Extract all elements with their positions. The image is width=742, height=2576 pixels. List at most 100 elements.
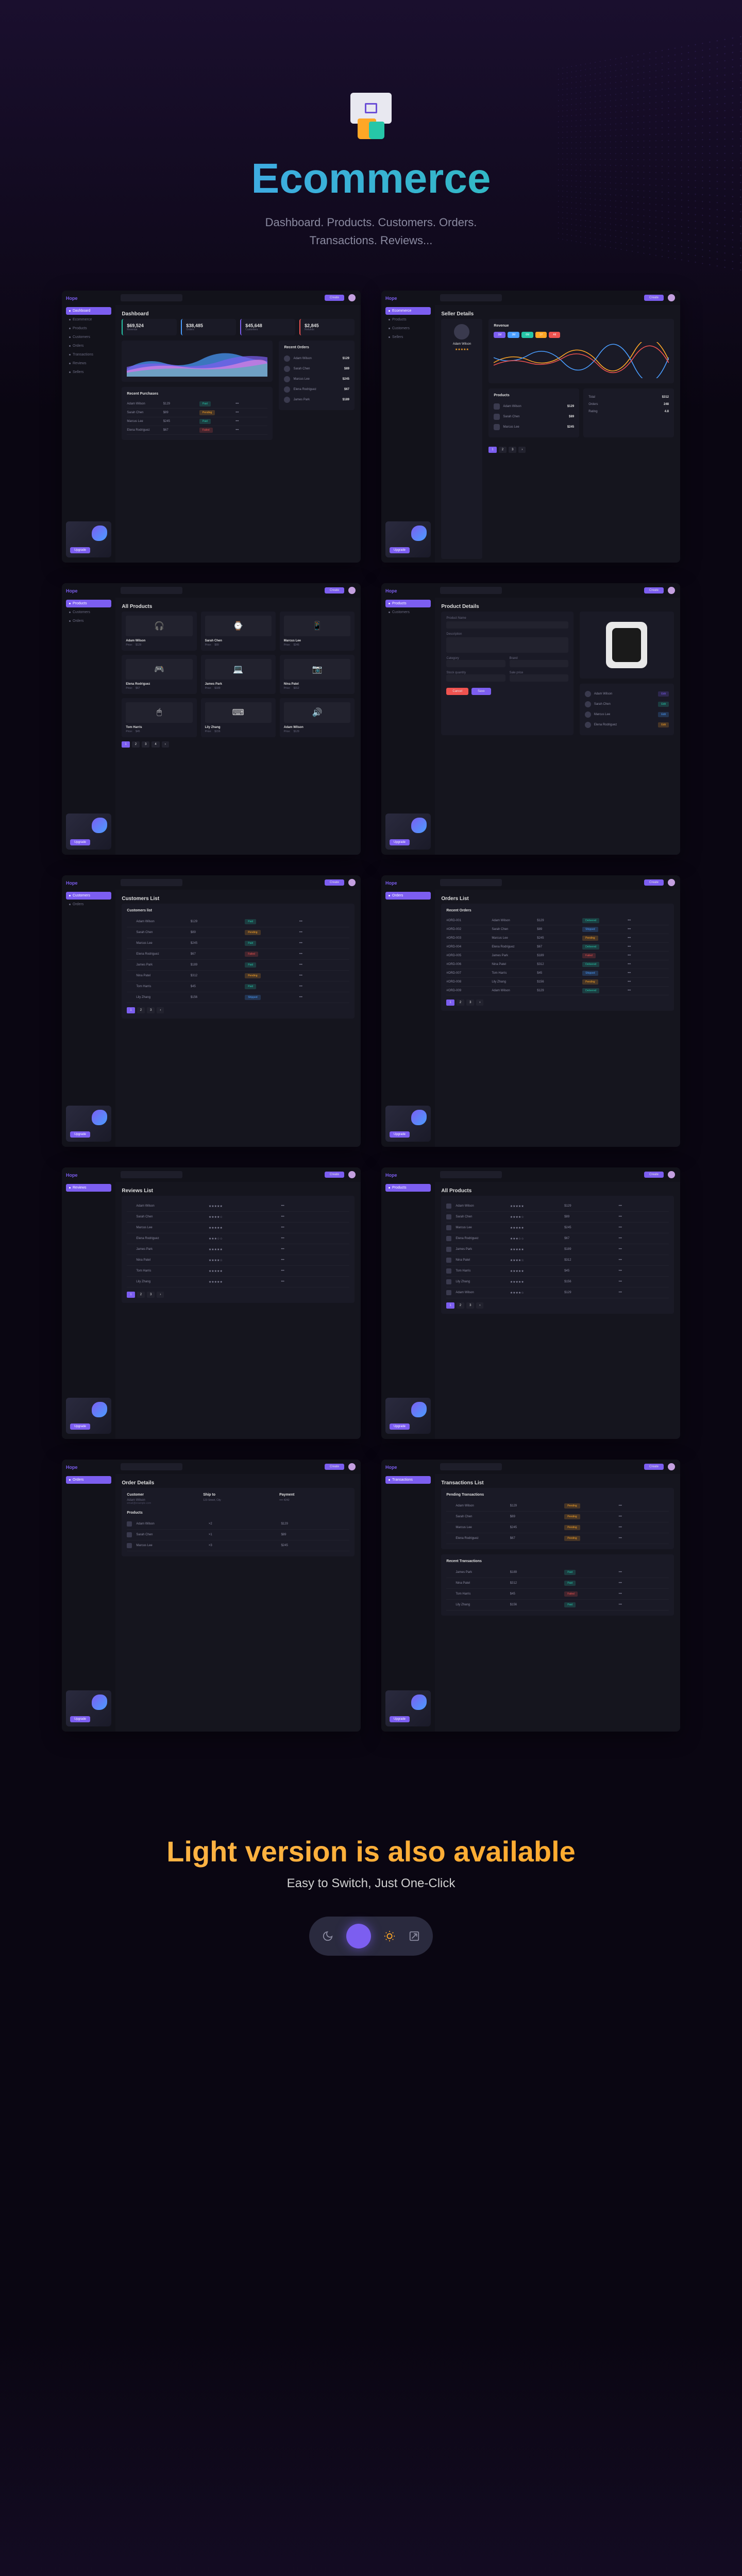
upgrade-button[interactable]: Upgrade bbox=[70, 1131, 90, 1138]
toggle-ball[interactable] bbox=[346, 1924, 371, 1948]
create-button[interactable]: Create bbox=[644, 1464, 664, 1470]
avatar[interactable] bbox=[668, 294, 675, 301]
logo[interactable]: Hope bbox=[385, 1173, 431, 1178]
create-button[interactable]: Create bbox=[644, 1172, 664, 1178]
upgrade-button[interactable]: Upgrade bbox=[390, 1131, 410, 1138]
save-button[interactable]: Save bbox=[471, 688, 491, 695]
create-button[interactable]: Create bbox=[325, 1172, 344, 1178]
pagination[interactable]: 123› bbox=[446, 999, 669, 1006]
avatar[interactable] bbox=[668, 879, 675, 886]
logo[interactable]: Hope bbox=[66, 1173, 111, 1178]
upgrade-button[interactable]: Upgrade bbox=[70, 1423, 90, 1430]
product-card[interactable]: 🖱Tom HarrisPrice:$45 bbox=[122, 698, 196, 737]
upgrade-button[interactable]: Upgrade bbox=[70, 839, 90, 845]
search-input[interactable] bbox=[440, 1171, 502, 1178]
qty-input[interactable] bbox=[446, 674, 505, 682]
avatar[interactable] bbox=[348, 879, 356, 886]
nav-item[interactable]: Products bbox=[385, 600, 431, 607]
create-button[interactable]: Create bbox=[644, 879, 664, 886]
product-card[interactable]: 🔊Adam WilsonPrice:$129 bbox=[280, 698, 355, 737]
create-button[interactable]: Create bbox=[325, 295, 344, 301]
pagination[interactable]: 123› bbox=[488, 447, 674, 453]
upgrade-button[interactable]: Upgrade bbox=[390, 1423, 410, 1430]
product-card[interactable]: 📱Marcus LeePrice:$245 bbox=[280, 612, 355, 651]
avatar[interactable] bbox=[668, 1463, 675, 1470]
search-input[interactable] bbox=[440, 1463, 502, 1470]
expand-icon[interactable] bbox=[408, 1930, 420, 1942]
product-card[interactable]: 📷Nina PatelPrice:$312 bbox=[280, 655, 355, 694]
upgrade-button[interactable]: Upgrade bbox=[70, 1716, 90, 1722]
logo[interactable]: Hope bbox=[385, 880, 431, 886]
pagination[interactable]: 123› bbox=[127, 1292, 349, 1298]
nav-item[interactable]: Products bbox=[385, 1184, 431, 1192]
nav-item[interactable]: Reviews bbox=[66, 360, 111, 367]
logo[interactable]: Hope bbox=[66, 296, 111, 301]
search-input[interactable] bbox=[121, 1463, 182, 1470]
nav-item[interactable]: Transactions bbox=[385, 1476, 431, 1484]
create-button[interactable]: Create bbox=[325, 587, 344, 594]
nav-item[interactable]: Orders bbox=[66, 342, 111, 350]
nav-item[interactable]: Sellers bbox=[385, 333, 431, 341]
nav-item[interactable]: Customers bbox=[66, 892, 111, 900]
nav-item[interactable]: Products bbox=[385, 316, 431, 324]
product-card[interactable]: 🎧Adam WilsonPrice:$129 bbox=[122, 612, 196, 651]
nav-item[interactable]: Transactions bbox=[66, 351, 111, 359]
search-input[interactable] bbox=[121, 879, 182, 886]
nav-item[interactable]: Customers bbox=[385, 608, 431, 616]
product-card[interactable]: 💻James ParkPrice:$189 bbox=[201, 655, 276, 694]
nav-item[interactable]: Orders bbox=[385, 892, 431, 900]
upgrade-button[interactable]: Upgrade bbox=[390, 839, 410, 845]
product-card[interactable]: ⌨Lily ZhangPrice:$156 bbox=[201, 698, 276, 737]
cat-select[interactable] bbox=[446, 660, 505, 667]
pagination[interactable]: 123› bbox=[127, 1007, 349, 1013]
avatar[interactable] bbox=[348, 587, 356, 594]
nav-item[interactable]: Customers bbox=[385, 325, 431, 332]
create-button[interactable]: Create bbox=[644, 587, 664, 594]
avatar[interactable] bbox=[348, 1171, 356, 1178]
avatar[interactable] bbox=[668, 587, 675, 594]
nav-item[interactable]: Ecommerce bbox=[385, 307, 431, 315]
theme-toggle[interactable] bbox=[309, 1917, 433, 1956]
product-card[interactable]: 🎮Elena RodriguezPrice:$67 bbox=[122, 655, 196, 694]
nav-item[interactable]: Reviews bbox=[66, 1184, 111, 1192]
nav-item[interactable]: Customers bbox=[66, 608, 111, 616]
upgrade-button[interactable]: Upgrade bbox=[390, 1716, 410, 1722]
price-input[interactable] bbox=[510, 674, 568, 682]
logo[interactable]: Hope bbox=[385, 296, 431, 301]
search-input[interactable] bbox=[440, 294, 502, 301]
brand-input[interactable] bbox=[510, 660, 568, 667]
nav-dashboard[interactable]: Dashboard bbox=[66, 307, 111, 315]
nav-item[interactable]: Customers bbox=[66, 333, 111, 341]
create-button[interactable]: Create bbox=[325, 1464, 344, 1470]
search-input[interactable] bbox=[121, 1171, 182, 1178]
logo[interactable]: Hope bbox=[385, 588, 431, 594]
create-button[interactable]: Create bbox=[325, 879, 344, 886]
nav-item[interactable]: Orders bbox=[66, 1476, 111, 1484]
upgrade-button[interactable]: Upgrade bbox=[70, 547, 90, 553]
nav-item[interactable]: Ecommerce bbox=[66, 316, 111, 324]
nav-item[interactable]: Products bbox=[66, 325, 111, 332]
nav-item[interactable]: Orders bbox=[66, 901, 111, 908]
create-button[interactable]: Create bbox=[644, 295, 664, 301]
search-input[interactable] bbox=[440, 879, 502, 886]
desc-input[interactable] bbox=[446, 637, 568, 653]
pagination[interactable]: 123› bbox=[446, 1302, 669, 1309]
upgrade-button[interactable]: Upgrade bbox=[390, 547, 410, 553]
nav-item[interactable]: Products bbox=[66, 600, 111, 607]
cancel-button[interactable]: Cancel bbox=[446, 688, 468, 695]
name-input[interactable] bbox=[446, 621, 568, 629]
logo[interactable]: Hope bbox=[66, 880, 111, 886]
search-input[interactable] bbox=[121, 294, 182, 301]
logo[interactable]: Hope bbox=[66, 1465, 111, 1470]
search-input[interactable] bbox=[440, 587, 502, 594]
nav-item[interactable]: Sellers bbox=[66, 368, 111, 376]
avatar[interactable] bbox=[348, 1463, 356, 1470]
avatar[interactable] bbox=[348, 294, 356, 301]
search-input[interactable] bbox=[121, 587, 182, 594]
logo[interactable]: Hope bbox=[385, 1465, 431, 1470]
pagination[interactable]: 1234› bbox=[122, 741, 355, 748]
product-card[interactable]: ⌚Sarah ChenPrice:$89 bbox=[201, 612, 276, 651]
logo[interactable]: Hope bbox=[66, 588, 111, 594]
avatar[interactable] bbox=[668, 1171, 675, 1178]
nav-item[interactable]: Orders bbox=[66, 617, 111, 625]
